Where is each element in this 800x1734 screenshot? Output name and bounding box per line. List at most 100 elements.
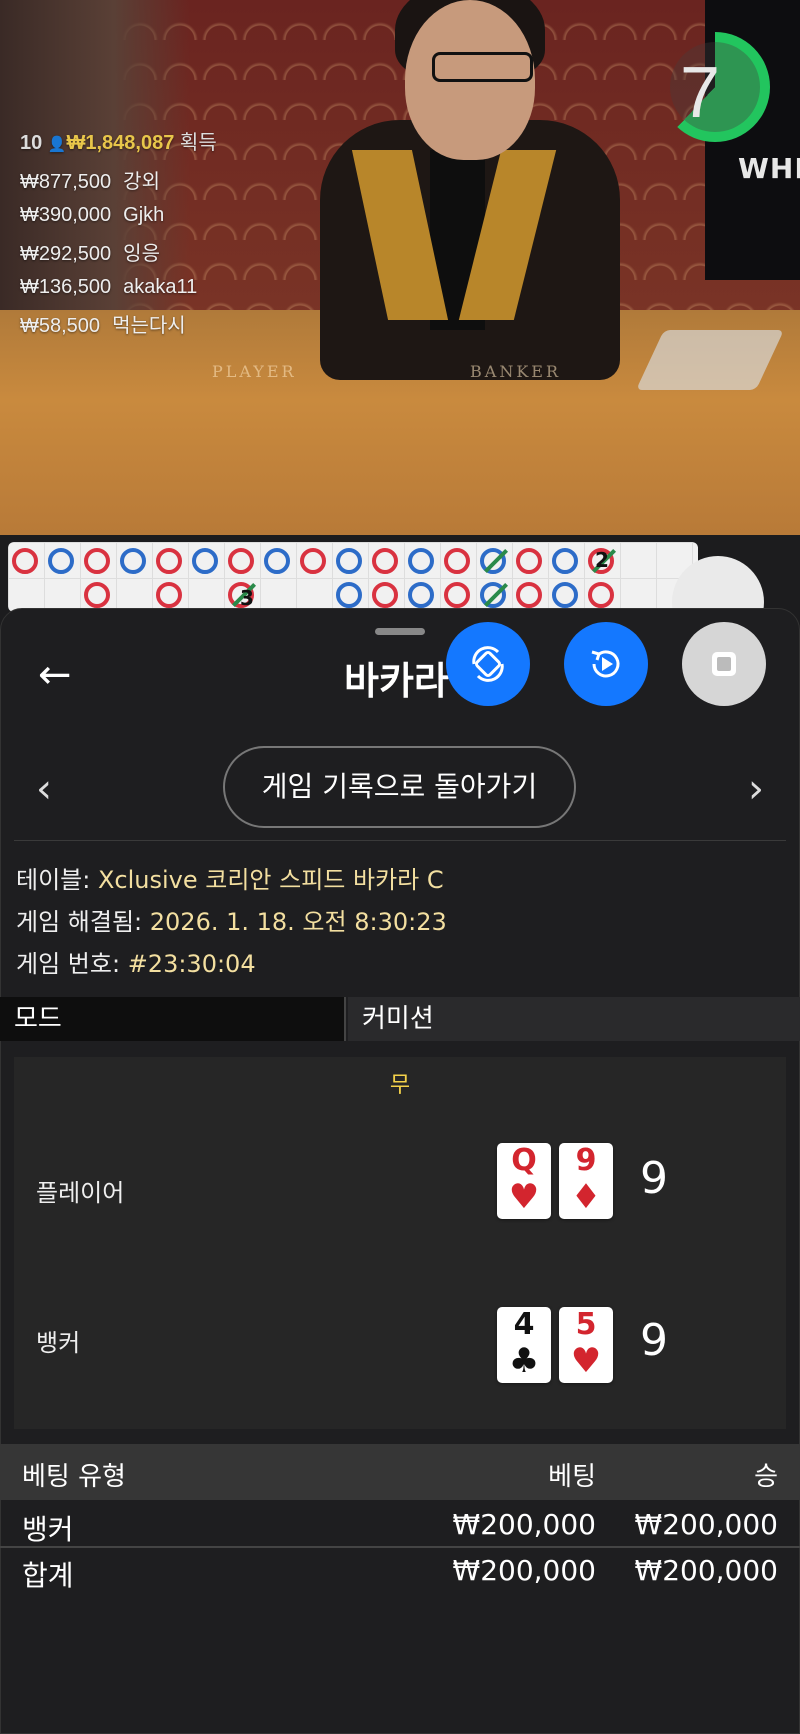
road-bead-banker xyxy=(444,548,470,574)
tab-mode[interactable]: 모드 xyxy=(0,997,346,1041)
win-amount: ₩200,000 xyxy=(634,1508,778,1541)
winner-name: akaka11 xyxy=(123,276,198,298)
total-row: 합계 ₩200,000 ₩200,000 xyxy=(0,1550,800,1594)
road-bead-player xyxy=(552,582,578,608)
winner-amount: ₩58,500 xyxy=(20,315,101,337)
stop-icon xyxy=(712,652,736,676)
winner-row: ₩390,000 Gjkh xyxy=(20,204,217,227)
player-label: 플레이어 xyxy=(36,1179,125,1207)
card-rank: Q xyxy=(511,1143,537,1178)
road-bead-player xyxy=(264,548,290,574)
page-title: 바카라 xyxy=(344,659,449,703)
header-bet: 베팅 xyxy=(548,1462,596,1492)
road-bead-banker xyxy=(444,582,470,608)
road-bead-player xyxy=(552,548,578,574)
road-bead-player xyxy=(48,548,74,574)
total-label: 합계 xyxy=(22,1559,74,1592)
result-outcome: 무 xyxy=(389,1073,411,1098)
mode-tabs: 모드 커미션 xyxy=(0,997,800,1041)
winner-row: ₩292,500 잉응 xyxy=(20,237,217,266)
road-bead-banker xyxy=(372,582,398,608)
heart-icon: ♥ xyxy=(570,1341,602,1381)
diamond-icon: ♦ xyxy=(570,1177,602,1217)
winners-total: ₩1,848,087 xyxy=(66,132,175,154)
winners-header: 10 👤₩1,848,087 획득 xyxy=(20,126,217,155)
winners-total-label: 획득 xyxy=(179,132,217,154)
total-win: ₩200,000 xyxy=(634,1554,778,1587)
dealer-glasses xyxy=(432,52,533,82)
road-number: 2 xyxy=(595,548,609,572)
card-rank: 4 xyxy=(513,1307,535,1342)
road-bead-player xyxy=(192,548,218,574)
bet-amount: ₩200,000 xyxy=(452,1508,596,1541)
road-bead-player xyxy=(408,548,434,574)
road-bead-banker xyxy=(588,582,614,608)
player-card-2: 9 ♦ xyxy=(559,1143,613,1219)
user-icon: 👤 xyxy=(47,136,67,153)
replay-button[interactable] xyxy=(564,622,648,706)
road-bead-banker xyxy=(156,548,182,574)
info-table-label: 테이블: xyxy=(16,866,91,894)
winners-count: 10 xyxy=(20,132,43,154)
winner-name: Gjkh xyxy=(123,204,165,226)
header-win: 승 xyxy=(754,1462,778,1492)
video-screen-text: WHITE xyxy=(738,152,800,185)
banker-score: 9 xyxy=(640,1315,668,1366)
info-number-value: #23:30:04 xyxy=(127,950,256,978)
next-game-button[interactable]: › xyxy=(748,766,764,812)
winner-name: 먹는다시 xyxy=(112,315,186,337)
road-bead-player xyxy=(336,582,362,608)
bets-header: 베팅 유형 베팅 승 xyxy=(0,1444,800,1500)
road-bead-player xyxy=(120,548,146,574)
road-bead-banker xyxy=(516,548,542,574)
bet-row: 뱅커 ₩200,000 ₩200,000 xyxy=(0,1504,800,1548)
winner-name: 잉응 xyxy=(123,243,160,265)
road-bead-banker xyxy=(228,548,254,574)
table-label-banker: BANKER xyxy=(470,362,561,381)
stop-button[interactable] xyxy=(682,622,766,706)
prev-game-button[interactable]: ‹ xyxy=(36,766,52,812)
winner-row: ₩877,500 강외 xyxy=(20,165,217,194)
replay-icon xyxy=(591,650,620,678)
winner-amount: ₩390,000 xyxy=(20,204,112,226)
road-bead-player xyxy=(336,548,362,574)
road-bead-banker xyxy=(372,548,398,574)
divider xyxy=(0,1546,800,1548)
road-bead-banker xyxy=(84,582,110,608)
road-bead-banker xyxy=(156,582,182,608)
return-to-history-button[interactable]: 게임 기록으로 돌아가기 xyxy=(223,746,576,828)
road-bead-banker xyxy=(84,548,110,574)
drag-handle[interactable] xyxy=(375,628,425,635)
arrow-left-icon: ← xyxy=(38,652,72,698)
road-bead-banker xyxy=(516,582,542,608)
back-button[interactable]: ← xyxy=(38,650,88,700)
info-table: 테이블: Xclusive 코리안 스피드 바카라 C xyxy=(16,860,444,895)
card-rank: 9 xyxy=(575,1143,597,1178)
info-number-label: 게임 번호: xyxy=(16,950,121,978)
player-card-1: Q ♥ xyxy=(497,1143,551,1219)
winner-amount: ₩877,500 xyxy=(20,171,112,193)
chevron-left-icon: ‹ xyxy=(36,766,52,812)
winner-amount: ₩292,500 xyxy=(20,243,112,265)
result-box: 무 플레이어 Q ♥ 9 ♦ 9 뱅커 4 ♣ 5 ♥ 9 xyxy=(14,1057,786,1429)
winners-list: 10 👤₩1,848,087 획득 ₩877,500 강외 ₩390,000 Gjk… xyxy=(20,126,217,338)
road-bead-player xyxy=(408,582,434,608)
info-resolved-label: 게임 해결됨: xyxy=(16,908,143,936)
table-label-player: PLAYER xyxy=(212,362,297,381)
banker-label: 뱅커 xyxy=(36,1329,81,1357)
rotate-button[interactable] xyxy=(446,622,530,706)
info-table-value: Xclusive 코리안 스피드 바카라 C xyxy=(97,866,444,894)
bet-type: 뱅커 xyxy=(22,1513,74,1546)
header-bet-type: 베팅 유형 xyxy=(22,1462,126,1492)
bead-road[interactable]: 2 3 xyxy=(8,542,698,612)
countdown-number: 7 xyxy=(679,53,721,133)
winner-name: 강외 xyxy=(123,171,160,193)
club-icon: ♣ xyxy=(508,1341,540,1381)
banker-card-2: 5 ♥ xyxy=(559,1307,613,1383)
chevron-right-icon: › xyxy=(748,766,764,812)
winner-amount: ₩136,500 xyxy=(20,276,112,298)
tab-commission[interactable]: 커미션 xyxy=(348,997,800,1041)
player-score: 9 xyxy=(640,1153,668,1204)
total-bet: ₩200,000 xyxy=(452,1554,596,1587)
heart-icon: ♥ xyxy=(508,1177,540,1217)
